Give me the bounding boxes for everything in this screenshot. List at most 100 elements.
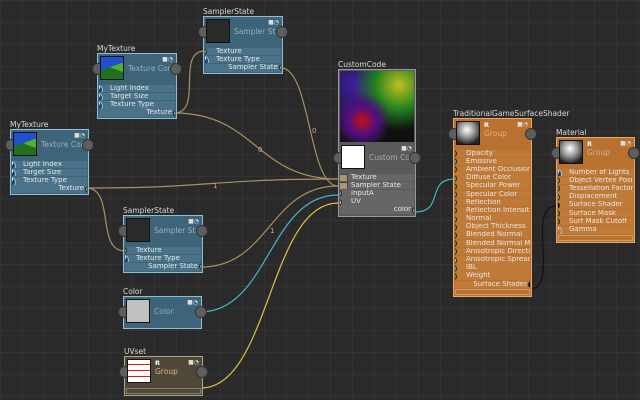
input-port[interactable] [455, 272, 457, 280]
input-port[interactable] [455, 199, 457, 207]
input-port[interactable] [455, 174, 457, 182]
wire-color-to-inputA[interactable] [199, 194, 339, 313]
header-output-port[interactable] [195, 306, 207, 318]
input-port[interactable] [455, 215, 457, 223]
output-port[interactable] [85, 185, 87, 193]
output-port[interactable] [412, 206, 414, 214]
variable-icon[interactable]: V [558, 168, 562, 177]
input-row: V Texture Type [205, 55, 281, 64]
input-port[interactable] [455, 191, 457, 199]
node-menu-icon[interactable]: ■◔ [188, 218, 199, 225]
header-output-port[interactable] [276, 26, 288, 38]
input-label: UV [351, 198, 361, 206]
input-port[interactable] [455, 256, 457, 264]
input-label: Texture [351, 173, 377, 181]
input-port[interactable] [455, 150, 457, 158]
node-menu-icon[interactable]: ■◔ [187, 299, 198, 306]
wire-surface-shader[interactable] [529, 205, 557, 290]
input-label: Texture [136, 246, 162, 254]
header-label: Texture Con [128, 64, 173, 73]
input-label: Texture Type [110, 100, 154, 108]
input-label: inputA [351, 189, 374, 197]
input-port[interactable] [340, 173, 348, 182]
output-port[interactable] [173, 109, 175, 117]
input-port[interactable] [558, 218, 560, 226]
output-row: color [340, 206, 414, 214]
input-port[interactable] [455, 166, 457, 174]
input-port[interactable] [455, 231, 457, 239]
input-port[interactable] [455, 248, 457, 256]
variable-icon[interactable]: V [12, 160, 16, 169]
wire-mytexture1-to-sampler1[interactable] [173, 50, 206, 114]
input-port[interactable] [455, 240, 457, 248]
output-port[interactable] [199, 263, 201, 271]
color-node[interactable]: Color ■◔ [118, 296, 207, 329]
header-output-port[interactable] [82, 139, 94, 151]
node-menu-icon[interactable]: ■◔ [517, 121, 528, 128]
node-menu-icon[interactable]: ■◔ [162, 56, 173, 63]
node-menu-icon[interactable]: ■◔ [268, 19, 279, 26]
input-port[interactable] [455, 264, 457, 272]
input-label: Target Size [110, 92, 149, 100]
input-row: V Texture Type [125, 254, 201, 263]
wire-index-label: 0 [258, 146, 262, 154]
uvset-node[interactable]: R Group ■◔ [119, 356, 208, 396]
input-label: Reflection [466, 198, 501, 206]
my-texture-2-node[interactable]: Texture Con■◔VLight IndexVTarget SizeVTe… [5, 129, 94, 196]
header-output-port[interactable] [525, 128, 537, 140]
variable-icon[interactable]: V [205, 55, 209, 64]
material-node[interactable]: RGroup ■◔ V Number of LightsObject Vertex P… [551, 137, 640, 243]
header-output-port[interactable] [628, 147, 640, 159]
variable-icon[interactable]: V [12, 176, 16, 185]
input-label: Emissive [466, 157, 497, 165]
custom-code-node[interactable]: Custom Code ■◔ Texture Sampler State inputA U… [333, 69, 421, 217]
output-port[interactable] [279, 64, 281, 72]
color-title: Color [123, 287, 143, 296]
input-port[interactable] [340, 190, 342, 198]
header-output-port[interactable] [196, 225, 208, 237]
input-port[interactable] [558, 193, 560, 201]
input-port[interactable] [558, 185, 560, 193]
input-label: Object Thickness [466, 223, 526, 231]
wire-color-to-diffuse[interactable] [414, 178, 456, 213]
header-output-port[interactable] [170, 63, 182, 75]
output-row: Sampler State [205, 63, 281, 72]
my-texture-1-node[interactable]: Texture Con■◔VLight IndexVTarget SizeVTe… [92, 53, 182, 120]
node-footer [455, 289, 530, 296]
variable-icon[interactable]: V [99, 84, 103, 93]
variable-icon[interactable]: V [99, 100, 103, 109]
input-port[interactable] [558, 177, 560, 185]
input-port[interactable] [455, 207, 457, 215]
input-port[interactable] [125, 247, 127, 255]
node-footer [558, 234, 633, 241]
input-port[interactable] [205, 48, 207, 56]
traditional-game-surface-shader-node[interactable]: R Group ■◔ Opacity Emissive Ambient Occlusion… [448, 118, 537, 298]
input-port[interactable] [455, 158, 457, 166]
node-menu-icon[interactable]: ■◔ [188, 359, 199, 366]
input-row: Specular Color [455, 190, 530, 199]
header-output-port[interactable] [196, 366, 208, 378]
input-port[interactable] [558, 201, 560, 209]
wire-mytexture1-to-customcode-texture[interactable] [173, 112, 339, 180]
sampler-state-2-node[interactable]: Sampler State■◔TextureVTexture TypeSampl… [118, 215, 208, 274]
input-port[interactable] [340, 181, 348, 190]
wire-mytexture2-to-customcode-texture[interactable] [85, 178, 339, 189]
input-label: Opacity [466, 149, 493, 157]
variable-icon[interactable]: V [125, 254, 129, 263]
node-menu-icon[interactable]: ■◔ [401, 145, 412, 152]
variable-icon[interactable]: V [99, 92, 103, 101]
variable-icon[interactable]: V [558, 225, 562, 234]
node-menu-icon[interactable]: ■◔ [620, 140, 631, 147]
output-port[interactable] [528, 281, 530, 289]
input-port[interactable] [455, 223, 457, 231]
variable-icon[interactable]: V [12, 168, 16, 177]
input-port[interactable] [340, 198, 342, 206]
traditional-game-surface-shader-title: TraditionalGameSurfaceShader [453, 109, 570, 118]
wire-mytexture2-to-sampler2[interactable] [85, 187, 126, 252]
input-port[interactable] [558, 210, 560, 218]
header-output-port[interactable] [409, 152, 421, 164]
node-header: R Group ■◔ [448, 119, 537, 149]
sampler-state-1-node[interactable]: Sampler State■◔TextureVTexture TypeSampl… [198, 16, 288, 75]
input-port[interactable] [455, 182, 457, 190]
node-menu-icon[interactable]: ■◔ [74, 132, 85, 139]
